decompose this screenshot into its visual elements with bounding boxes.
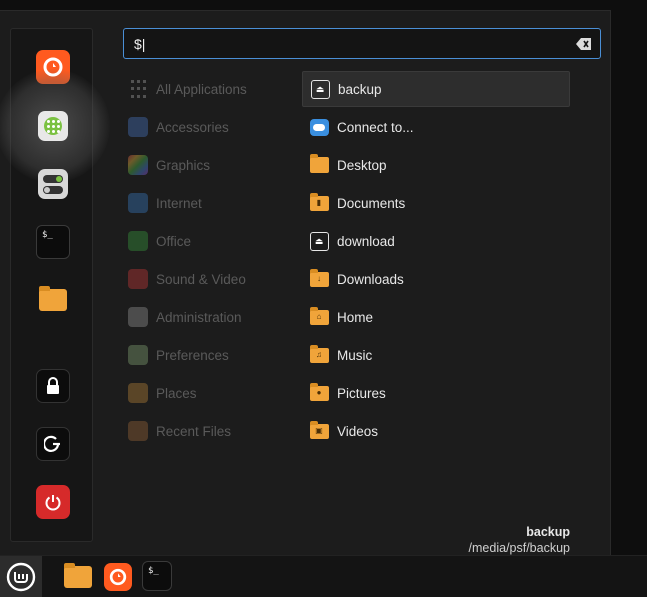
category-label: Administration xyxy=(156,309,242,325)
drive-eject-icon: ⏏ xyxy=(310,79,330,99)
firefox-icon xyxy=(104,563,132,591)
system-settings-launcher[interactable] xyxy=(36,167,70,201)
logout-icon xyxy=(44,435,60,452)
category-label: Places xyxy=(156,385,197,401)
result-label: download xyxy=(337,233,395,249)
folder-documents-icon: ▮ xyxy=(309,192,329,213)
mint-logo-icon xyxy=(6,562,36,592)
folder-home-icon: ⌂ xyxy=(309,306,329,327)
folder-desktop-icon xyxy=(309,154,329,175)
category-label: Preferences xyxy=(156,347,229,363)
category-accessories[interactable]: Accessories xyxy=(128,113,288,141)
category-sound-video[interactable]: Sound & Video xyxy=(128,265,288,293)
category-label: Internet xyxy=(156,195,202,211)
taskbar-terminal[interactable]: $_ xyxy=(142,561,172,591)
category-internet[interactable]: Internet xyxy=(128,189,288,217)
clear-search-icon[interactable] xyxy=(576,37,592,51)
folder-videos-icon: ▣ xyxy=(309,420,329,441)
result-item-backup[interactable]: ⏏ backup xyxy=(302,71,570,107)
selected-item-path: /media/psf/backup xyxy=(468,541,570,555)
favorites-sidebar: $_ xyxy=(0,28,110,542)
folder-downloads-icon: ↓ xyxy=(309,268,329,289)
folder-music-icon: ♫ xyxy=(309,344,329,365)
result-item-videos[interactable]: ▣ Videos xyxy=(302,413,570,449)
preferences-icon xyxy=(128,345,148,365)
category-label: Graphics xyxy=(156,157,211,173)
taskbar-firefox[interactable] xyxy=(102,561,134,593)
folder-pictures-icon: ● xyxy=(309,382,329,403)
result-item-music[interactable]: ♫ Music xyxy=(302,337,570,373)
places-icon xyxy=(128,383,148,403)
result-label: Connect to... xyxy=(337,119,414,135)
drive-eject-icon: ⏏ xyxy=(309,231,329,251)
category-label: Recent Files xyxy=(156,423,232,439)
search-input[interactable] xyxy=(134,35,554,52)
result-item-desktop[interactable]: Desktop xyxy=(302,147,570,183)
result-label: Music xyxy=(337,347,373,363)
software-manager-icon xyxy=(38,111,68,141)
grid-icon xyxy=(128,79,148,99)
result-label: Documents xyxy=(337,195,406,211)
firefox-icon xyxy=(43,57,63,77)
result-item-home[interactable]: ⌂ Home xyxy=(302,299,570,335)
file-manager-launcher[interactable] xyxy=(36,283,70,317)
result-item-pictures[interactable]: ● Pictures xyxy=(302,375,570,411)
category-administration[interactable]: Administration xyxy=(128,303,288,331)
lock-screen-button[interactable] xyxy=(36,369,70,403)
category-label: All Applications xyxy=(156,81,247,97)
network-cloud-icon xyxy=(309,117,329,137)
terminal-launcher[interactable]: $_ xyxy=(36,225,70,259)
result-label: backup xyxy=(338,81,382,97)
recent-files-icon xyxy=(128,421,148,441)
category-label: Office xyxy=(156,233,192,249)
administration-icon xyxy=(128,307,148,327)
application-menu: $_ $| All Applications Accessories Graph… xyxy=(0,10,611,555)
sound-video-icon xyxy=(128,269,148,289)
power-icon xyxy=(45,495,61,511)
result-item-documents[interactable]: ▮ Documents xyxy=(302,185,570,221)
folder-icon xyxy=(64,563,92,588)
category-preferences[interactable]: Preferences xyxy=(128,341,288,369)
category-graphics[interactable]: Graphics xyxy=(128,151,288,179)
category-all-applications[interactable]: All Applications xyxy=(128,75,288,103)
taskbar-file-manager[interactable] xyxy=(62,561,94,593)
result-label: Videos xyxy=(337,423,379,439)
menu-button[interactable] xyxy=(0,556,42,597)
result-label: Pictures xyxy=(337,385,386,401)
result-item-connect-to[interactable]: Connect to... xyxy=(302,109,570,145)
result-label: Downloads xyxy=(337,271,404,287)
logout-button[interactable] xyxy=(36,427,70,461)
system-settings-icon xyxy=(38,169,68,199)
accessories-icon xyxy=(128,117,148,137)
result-label: Home xyxy=(337,309,374,325)
folder-icon xyxy=(39,286,67,311)
category-label: Sound & Video xyxy=(156,271,246,287)
category-recent-files[interactable]: Recent Files xyxy=(128,417,288,445)
taskbar: $_ xyxy=(0,555,647,597)
software-manager-launcher[interactable] xyxy=(0,69,110,183)
office-icon xyxy=(128,231,148,251)
result-label: Desktop xyxy=(337,157,387,173)
category-places[interactable]: Places xyxy=(128,379,288,407)
lock-icon xyxy=(47,377,59,394)
category-office[interactable]: Office xyxy=(128,227,288,255)
search-bar[interactable] xyxy=(123,28,601,59)
internet-icon xyxy=(128,193,148,213)
graphics-icon xyxy=(128,155,148,175)
selected-item-name: backup xyxy=(526,525,570,539)
shutdown-button[interactable] xyxy=(36,485,70,519)
terminal-icon: $_ xyxy=(42,230,53,240)
result-item-downloads[interactable]: ↓ Downloads xyxy=(302,261,570,297)
result-item-download[interactable]: ⏏ download xyxy=(302,223,570,259)
category-label: Accessories xyxy=(156,119,229,135)
terminal-icon: $_ xyxy=(148,566,159,576)
